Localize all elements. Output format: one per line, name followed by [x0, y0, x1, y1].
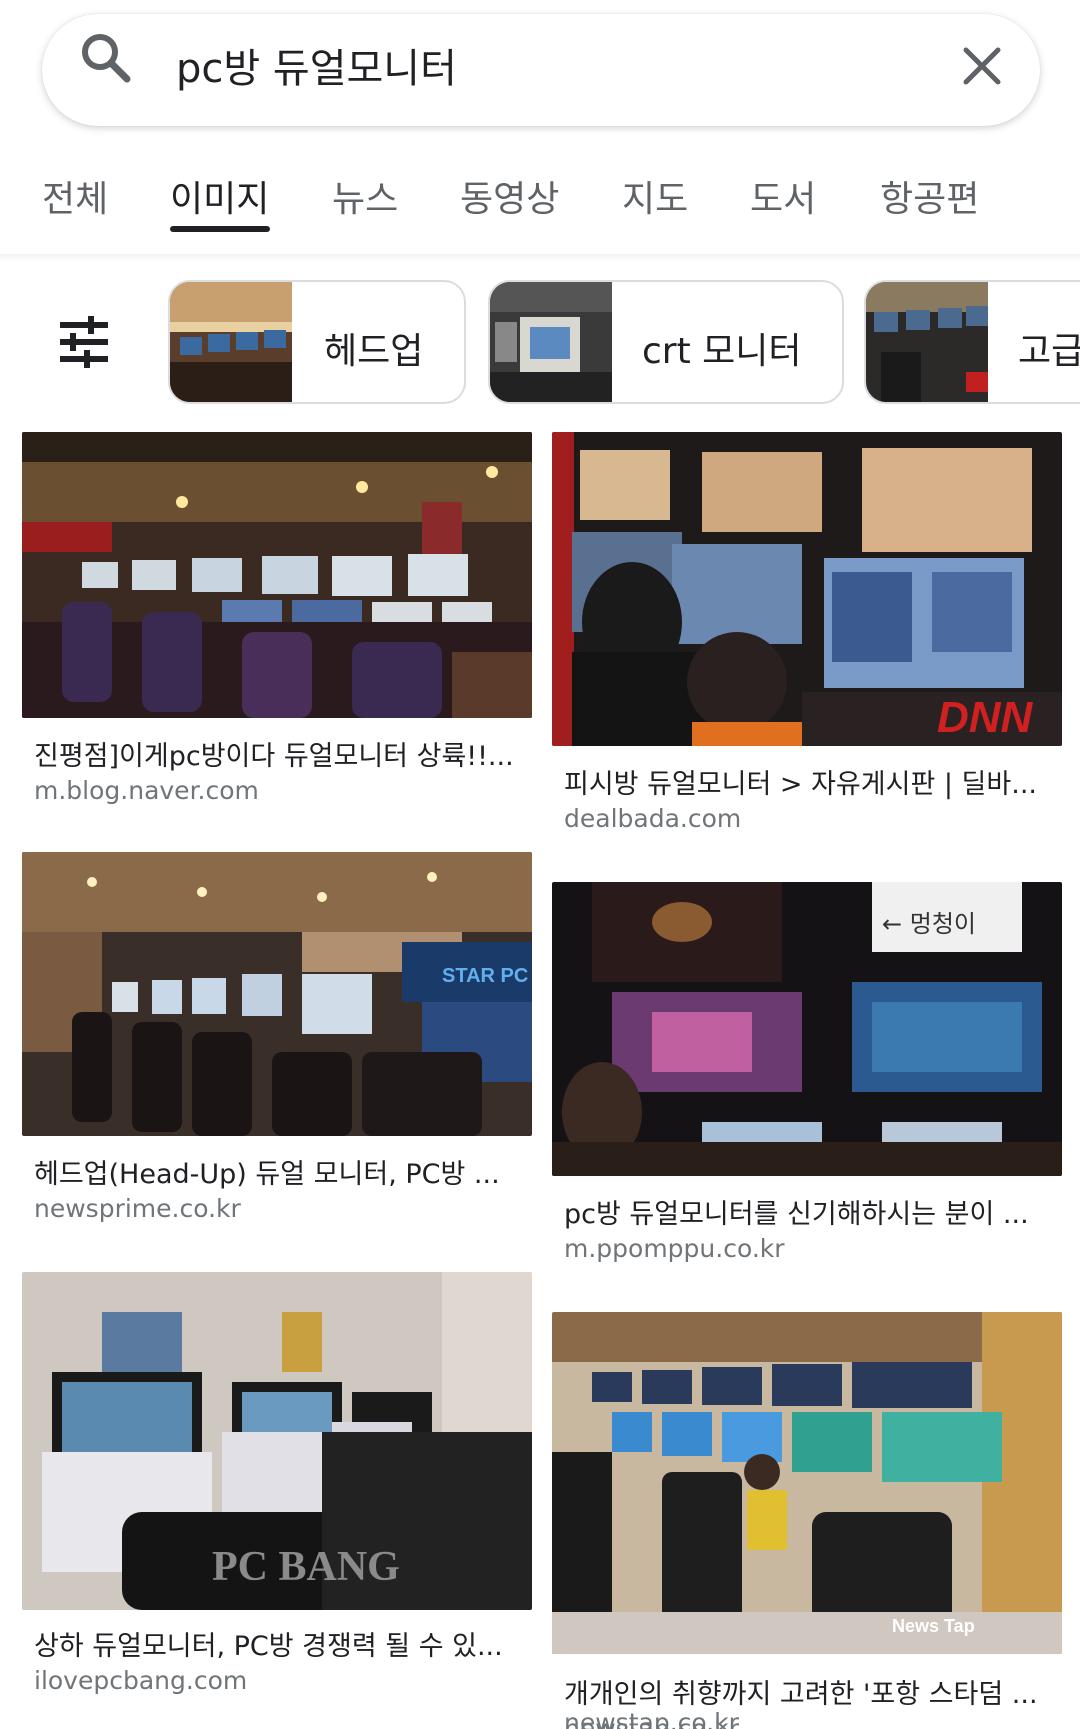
result-thumbnail: ← 멍청이 [552, 882, 1062, 1176]
image-result[interactable]: DNN 피시방 듀얼모니터 > 자유게시판 | 딜바... dealbada.c… [552, 432, 1062, 833]
pcbang-watermark: PC BANG [212, 1544, 400, 1590]
result-source: ilovepcbang.com [34, 1666, 248, 1695]
result-title: 헤드업(Head-Up) 듀얼 모니터, PC방 ... [34, 1159, 500, 1190]
result-thumbnail: DNN [552, 432, 1062, 746]
image-result[interactable]: 진평점]이게pc방이다 듀얼모니터 상륙!!... m.blog.naver.c… [22, 432, 532, 812]
image-result[interactable]: ← 멍청이 pc방 듀얼모니터를 신기해하시는 분이 ... m.ppomppu… [552, 882, 1062, 1272]
chip-thumbnail [866, 282, 988, 402]
image-result[interactable]: STAR PC 헤드업(Head-Up) 듀얼 모니터, PC방 ... new… [22, 852, 532, 1232]
result-title: 진평점]이게pc방이다 듀얼모니터 상륙!!... [34, 741, 514, 772]
search-tabs: 전체 이미지 뉴스 동영상 지도 도서 항공편 [0, 160, 1080, 250]
result-source: newsprime.co.kr [34, 1194, 241, 1223]
tabs-divider [0, 254, 1080, 262]
result-source: m.ppomppu.co.kr [564, 1234, 785, 1263]
newstap-watermark: News Tap [892, 1616, 975, 1636]
chip-label: crt 모니터 [642, 331, 802, 372]
bottom-clip-source: newstap.co.kr [564, 1708, 739, 1729]
tab-news[interactable]: 뉴스 [332, 170, 398, 222]
result-thumbnail: STAR PC [22, 852, 532, 1136]
image-result[interactable]: PC BANG 상하 듀얼모니터, PC방 경쟁력 될 수 있... ilove… [22, 1272, 532, 1695]
search-icon[interactable] [78, 30, 132, 84]
tab-all[interactable]: 전체 [42, 170, 108, 222]
result-source: m.blog.naver.com [34, 776, 259, 805]
star-pc-sign: STAR PC [442, 965, 528, 987]
dnn-logo: DNN [937, 693, 1034, 742]
result-title: pc방 듀얼모니터를 신기해하시는 분이 ... [564, 1199, 1029, 1230]
tune-icon[interactable] [58, 316, 110, 368]
chip-thumbnail [490, 282, 612, 402]
result-title: 상하 듀얼모니터, PC방 경쟁력 될 수 있... [34, 1631, 503, 1662]
result-title: 개개인의 취향까지 고려한 '포항 스타덤 ... [564, 1679, 1038, 1710]
chip-label: 고급 [1018, 331, 1080, 372]
tab-images[interactable]: 이미지 [170, 170, 269, 222]
tab-videos[interactable]: 동영상 [460, 170, 559, 222]
chip-premium[interactable]: 고급 [864, 280, 1080, 404]
tab-flights[interactable]: 항공편 [880, 170, 979, 222]
active-tab-indicator [170, 226, 270, 232]
result-title: 피시방 듀얼모니터 > 자유게시판 | 딜바... [564, 769, 1037, 800]
result-thumbnail: News Tap [552, 1312, 1062, 1654]
chip-label: 헤드업 [324, 331, 424, 372]
chip-headup[interactable]: 헤드업 [168, 280, 466, 404]
result-thumbnail: PC BANG [22, 1272, 532, 1610]
close-icon[interactable] [960, 44, 1004, 88]
handwritten-note: ← 멍청이 [882, 910, 976, 938]
result-source: dealbada.com [564, 804, 742, 833]
tab-maps[interactable]: 지도 [622, 170, 688, 222]
chip-crt-monitor[interactable]: crt 모니터 [488, 280, 844, 404]
tab-books[interactable]: 도서 [750, 170, 816, 222]
chip-thumbnail [170, 282, 292, 402]
search-input[interactable]: pc방 듀얼모니터 [176, 36, 457, 94]
result-thumbnail [22, 432, 532, 718]
image-result[interactable]: News Tap 개개인의 취향까지 고려한 '포항 스타덤 ... newst… [552, 1312, 1062, 1729]
